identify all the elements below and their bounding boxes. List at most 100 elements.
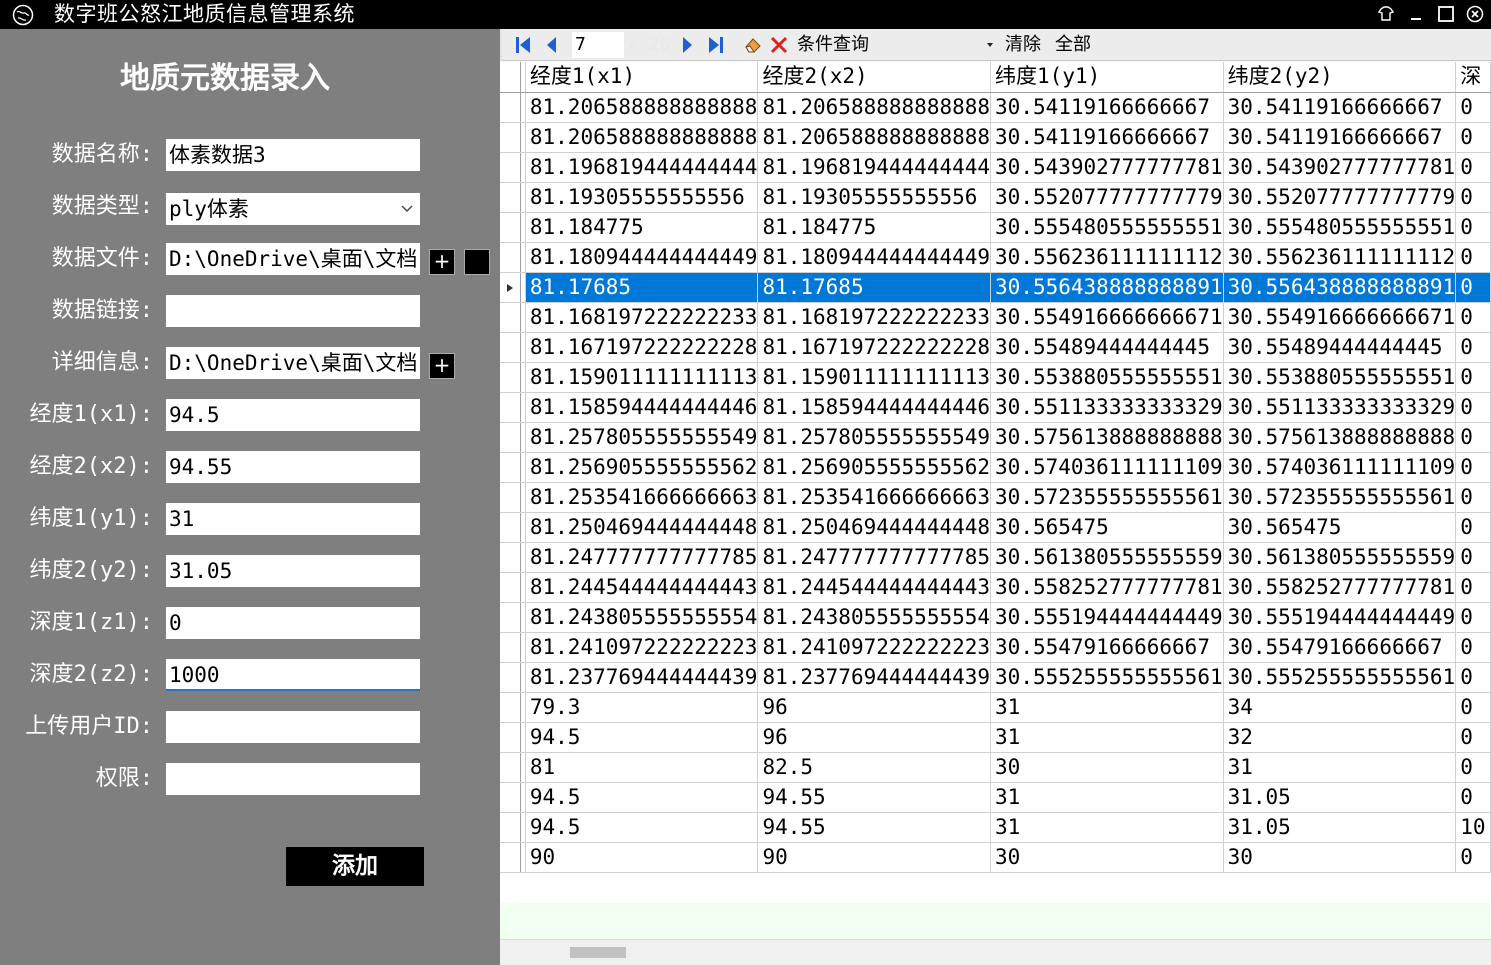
grid-cell[interactable]: 81.206588888888888: [757, 122, 992, 153]
grid-cell[interactable]: 81.257805555555549: [525, 422, 759, 453]
grid-cell[interactable]: 30.55489444444445: [990, 332, 1224, 363]
row-header[interactable]: [500, 812, 521, 843]
grid-cell[interactable]: 0: [1455, 212, 1491, 243]
move-last-icon[interactable]: [707, 35, 725, 55]
grid-cell[interactable]: 30.552077777777779: [1223, 182, 1457, 213]
grid-cell[interactable]: 34: [1223, 692, 1457, 723]
grid-cell[interactable]: 31: [990, 782, 1224, 813]
grid-cell[interactable]: 30.572355555555561: [1223, 482, 1457, 513]
x1-input[interactable]: 94.5: [166, 399, 420, 431]
grid-cell[interactable]: 81.247777777777785: [525, 542, 759, 573]
permission-input[interactable]: [166, 763, 420, 795]
grid-cell[interactable]: 94.5: [525, 812, 759, 843]
grid-cell[interactable]: 94.5: [525, 782, 759, 813]
row-header[interactable]: [500, 722, 521, 753]
grid-cell[interactable]: 81.196819444444444: [757, 152, 992, 183]
table-row[interactable]: 81.250469444444448 81.250469444444448 30.5…: [500, 512, 1491, 543]
row-header[interactable]: [500, 842, 521, 873]
grid-cell[interactable]: 81.243805555555554: [525, 602, 759, 633]
row-header[interactable]: [500, 182, 521, 213]
grid-cell[interactable]: 30.574036111111109: [990, 452, 1224, 483]
row-header[interactable]: [500, 272, 521, 303]
move-next-icon[interactable]: [681, 35, 695, 55]
row-header[interactable]: [500, 512, 521, 543]
grid-cell[interactable]: 90: [757, 842, 992, 873]
table-row[interactable]: 81.167197222222228 81.167197222222228 30.5…: [500, 332, 1491, 363]
eraser-icon[interactable]: [743, 35, 763, 55]
grid-cell[interactable]: 0: [1455, 362, 1491, 393]
x2-input[interactable]: 94.55: [166, 451, 420, 483]
clear-button[interactable]: 清除: [1005, 33, 1041, 57]
grid-cell[interactable]: 30.565475: [1223, 512, 1457, 543]
grid-cell[interactable]: 30.555255555555561: [1223, 662, 1457, 693]
grid-cell[interactable]: 30.552077777777779: [990, 182, 1224, 213]
grid-cell[interactable]: 30.543902777777781: [1223, 152, 1457, 183]
grid-cell[interactable]: 30.553880555555551: [990, 362, 1224, 393]
grid-cell[interactable]: 81.158594444444446: [525, 392, 759, 423]
row-header[interactable]: [500, 782, 521, 813]
table-row[interactable]: 94.5 96 31 32 0: [500, 722, 1491, 753]
grid-cell[interactable]: 30.565475: [990, 512, 1224, 543]
table-row[interactable]: 94.5 94.55 31 31.05 10: [500, 812, 1491, 843]
grid-cell[interactable]: 30.555194444444449: [990, 602, 1224, 633]
browse-file-button[interactable]: +: [429, 249, 455, 275]
grid-cell[interactable]: 81.168197222222233: [757, 302, 992, 333]
minimize-icon[interactable]: [1406, 4, 1426, 24]
table-row[interactable]: 81.168197222222233 81.168197222222233 30.5…: [500, 302, 1491, 333]
table-row[interactable]: 81.243805555555554 81.243805555555554 30.5…: [500, 602, 1491, 633]
grid-cell[interactable]: 30.551133333333329: [1223, 392, 1457, 423]
horizontal-scrollbar[interactable]: [500, 939, 1491, 965]
grid-cell[interactable]: 31: [990, 692, 1224, 723]
grid-cell[interactable]: 30.561380555555559: [990, 542, 1224, 573]
grid-cell[interactable]: 96: [757, 692, 992, 723]
row-header[interactable]: [500, 632, 521, 663]
table-row[interactable]: 81.159011111111113 81.159011111111113 30.5…: [500, 362, 1491, 393]
grid-cell[interactable]: 81.256905555555562: [525, 452, 759, 483]
detail-info-input[interactable]: D:\OneDrive\桌面\文档: [166, 347, 420, 379]
y1-input[interactable]: 31: [166, 503, 420, 535]
table-row[interactable]: 81 82.5 30 31 0: [500, 752, 1491, 783]
grid-cell[interactable]: 0: [1455, 482, 1491, 513]
grid-cell[interactable]: 0: [1455, 182, 1491, 213]
grid-cell[interactable]: 81.158594444444446: [757, 392, 992, 423]
grid-cell[interactable]: 81.184775: [757, 212, 992, 243]
grid-cell[interactable]: 30.558252777777781: [1223, 572, 1457, 603]
scrollbar-thumb[interactable]: [570, 947, 626, 958]
grid-cell[interactable]: 81.159011111111113: [757, 362, 992, 393]
all-button[interactable]: 全部: [1055, 33, 1091, 57]
grid-cell[interactable]: 0: [1455, 752, 1491, 783]
grid-cell[interactable]: 81.206588888888888: [525, 92, 759, 123]
move-previous-icon[interactable]: [544, 35, 558, 55]
grid-cell[interactable]: 10: [1455, 812, 1491, 843]
delete-icon[interactable]: [769, 35, 789, 55]
grid-cell[interactable]: 30.551133333333329: [990, 392, 1224, 423]
move-first-icon[interactable]: [514, 35, 532, 55]
grid-cell[interactable]: 0: [1455, 632, 1491, 663]
row-header[interactable]: [500, 212, 521, 243]
browse-detail-button[interactable]: +: [429, 353, 455, 379]
grid-cell[interactable]: 81.237769444444439: [525, 662, 759, 693]
grid-cell[interactable]: 81.196819444444444: [525, 152, 759, 183]
z2-input[interactable]: 1000: [166, 659, 420, 691]
row-header[interactable]: [500, 92, 521, 123]
grid-cell[interactable]: 30.561380555555559: [1223, 542, 1457, 573]
grid-cell[interactable]: 0: [1455, 152, 1491, 183]
table-row[interactable]: 90 90 30 30 0: [500, 842, 1491, 873]
grid-cell[interactable]: 81.244544444444443: [525, 572, 759, 603]
grid-cell[interactable]: 30.556438888888891: [990, 272, 1224, 303]
grid-cell[interactable]: 81.237769444444439: [757, 662, 992, 693]
grid-cell[interactable]: 81.167197222222228: [757, 332, 992, 363]
table-row[interactable]: 81.206588888888888 81.206588888888888 30.5…: [500, 122, 1491, 153]
grid-cell[interactable]: 30.575613888888888: [1223, 422, 1457, 453]
row-header[interactable]: [500, 392, 521, 423]
table-row[interactable]: 94.5 94.55 31 31.05 0: [500, 782, 1491, 813]
grid-cell[interactable]: 30.556236111111112: [990, 242, 1224, 273]
grid-cell[interactable]: 31: [1223, 752, 1457, 783]
grid-cell[interactable]: 81.159011111111113: [525, 362, 759, 393]
grid-cell[interactable]: 30.54119166666667: [990, 92, 1224, 123]
column-header[interactable]: 深: [1455, 62, 1491, 93]
grid-cell[interactable]: 81.17685: [757, 272, 992, 303]
grid-cell[interactable]: 30.54119166666667: [990, 122, 1224, 153]
data-file-input[interactable]: D:\OneDrive\桌面\文档: [166, 243, 420, 275]
table-row[interactable]: 79.3 96 31 34 0: [500, 692, 1491, 723]
